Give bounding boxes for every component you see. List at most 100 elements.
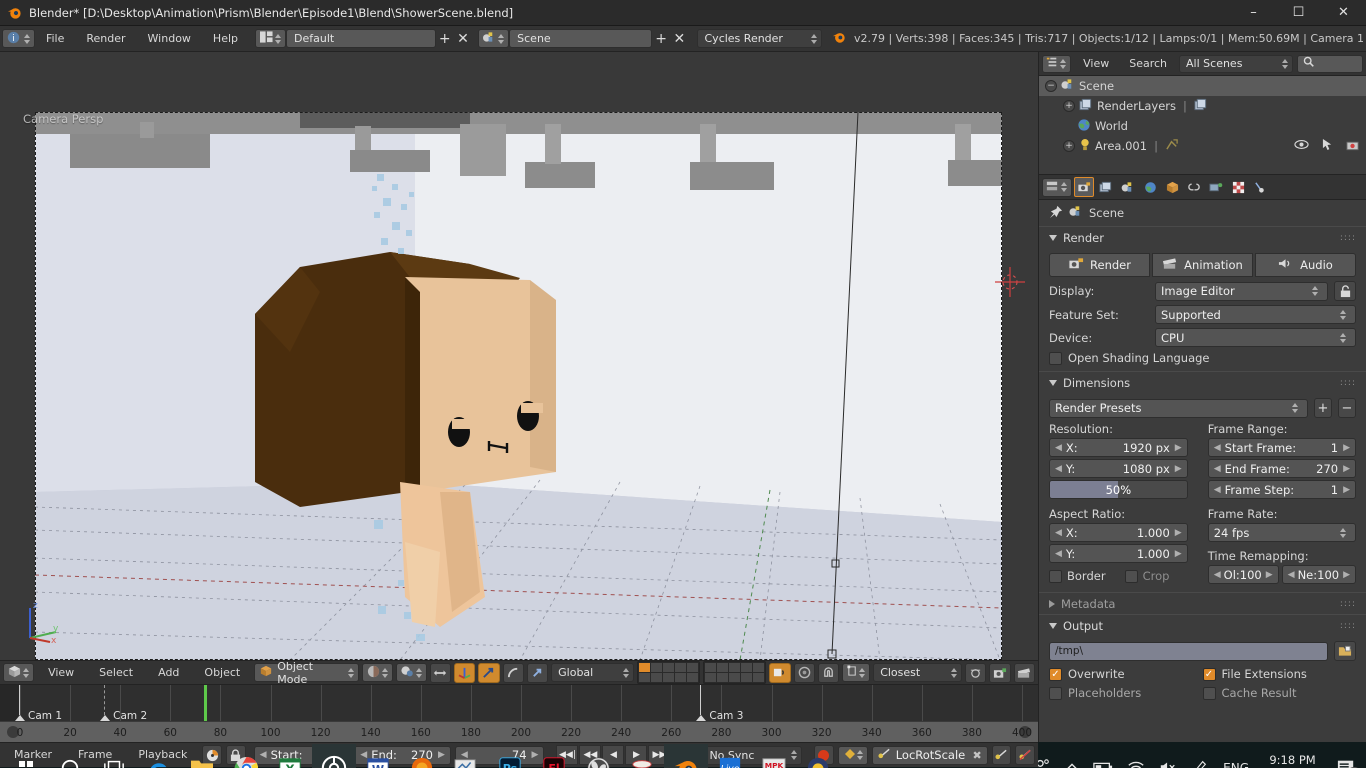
timeline-playhead[interactable] bbox=[204, 685, 208, 721]
cortana-icon[interactable] bbox=[48, 744, 92, 768]
feature-set-dropdown[interactable]: Supported bbox=[1155, 305, 1356, 324]
interaction-mode-dropdown[interactable]: Object Mode bbox=[254, 660, 359, 686]
photoshop-icon[interactable]: Ps bbox=[488, 744, 532, 768]
display-dropdown[interactable]: Image Editor bbox=[1155, 281, 1328, 301]
viewport-menu-add[interactable]: Add bbox=[147, 660, 190, 686]
new-dec-arrow[interactable]: ◀ bbox=[1288, 570, 1295, 580]
snap-target-dropdown[interactable]: Closest bbox=[873, 663, 963, 682]
crop-checkbox[interactable] bbox=[1124, 569, 1138, 583]
frame-step-dec-arrow[interactable]: ◀ bbox=[1214, 485, 1221, 495]
3d-viewport[interactable]: (74) Camera 1 Camera Persp z y x bbox=[0, 52, 1038, 660]
keyframe-type-dropdown[interactable] bbox=[837, 745, 868, 765]
add-scene-button[interactable]: + bbox=[652, 29, 670, 48]
menu-render[interactable]: Render bbox=[75, 26, 136, 52]
aspect-x-inc-arrow[interactable]: ▶ bbox=[1175, 528, 1182, 538]
properties-tabs[interactable] bbox=[1039, 174, 1366, 200]
scene-layers-group-2[interactable] bbox=[703, 661, 767, 684]
firefox-icon[interactable] bbox=[400, 744, 444, 768]
timeline-marker[interactable]: Cam 3 bbox=[696, 685, 743, 721]
overwrite-checkbox[interactable]: ✓ bbox=[1049, 667, 1062, 681]
extra-icon[interactable] bbox=[796, 744, 840, 768]
spotify-icon[interactable] bbox=[312, 744, 356, 768]
transform-orientation-dropdown[interactable]: Global bbox=[551, 663, 635, 682]
aspect-y-inc-arrow[interactable]: ▶ bbox=[1175, 549, 1182, 559]
rotate-manipulator-button[interactable] bbox=[502, 662, 524, 683]
frame-step-field[interactable]: ◀ Frame Step: 1 ▶ bbox=[1207, 480, 1356, 499]
panel-header-output[interactable]: Output :::: bbox=[1039, 614, 1366, 636]
minimize-button[interactable]: – bbox=[1231, 0, 1276, 26]
properties-panel[interactable]: Scene Render :::: Render Animation Audio… bbox=[1039, 200, 1366, 742]
outliner-menu-search[interactable]: Search bbox=[1121, 54, 1175, 74]
render-image-button[interactable]: Render bbox=[1049, 253, 1150, 277]
opengl-render-animation-button[interactable] bbox=[1013, 662, 1036, 683]
pivot-point-dropdown[interactable] bbox=[395, 663, 427, 682]
restrict-view-eye-icon[interactable] bbox=[1294, 139, 1309, 153]
tab-data[interactable] bbox=[1206, 177, 1226, 197]
panel-header-dimensions[interactable]: Dimensions :::: bbox=[1039, 371, 1366, 393]
tab-object[interactable] bbox=[1162, 177, 1182, 197]
render-audio-button[interactable]: Audio bbox=[1255, 253, 1356, 277]
cache-result-group[interactable]: Cache Result bbox=[1202, 686, 1357, 700]
tab-texture[interactable] bbox=[1228, 177, 1248, 197]
screen-layout-browse-button[interactable] bbox=[255, 29, 287, 48]
end-frame-prop-inc-arrow[interactable]: ▶ bbox=[1343, 464, 1350, 474]
render-animation-button[interactable]: Animation bbox=[1152, 253, 1253, 277]
time-remap-new-field[interactable]: ◀ Ne: 100 ▶ bbox=[1281, 565, 1356, 584]
editor-type-info-button[interactable]: i bbox=[2, 29, 35, 48]
lock-camera-to-view-toggle[interactable] bbox=[769, 662, 791, 683]
timeline-marker[interactable]: Cam 2 bbox=[100, 685, 147, 721]
blender-icon[interactable] bbox=[664, 744, 708, 768]
display-lock-button[interactable] bbox=[1334, 281, 1356, 301]
res-x-inc-arrow[interactable]: ▶ bbox=[1175, 443, 1182, 453]
panel-header-metadata[interactable]: Metadata :::: bbox=[1039, 592, 1366, 614]
delete-screen-layout-button[interactable]: ✕ bbox=[454, 29, 472, 48]
old-inc-arrow[interactable]: ▶ bbox=[1266, 570, 1273, 580]
add-preset-button[interactable]: + bbox=[1314, 398, 1332, 418]
cache-result-checkbox[interactable] bbox=[1202, 686, 1216, 700]
render-engine-dropdown[interactable]: Cycles Render bbox=[696, 29, 822, 48]
start-frame-prop-field[interactable]: ◀ Start Frame: 1 ▶ bbox=[1207, 438, 1356, 457]
insert-keyframe-button[interactable] bbox=[991, 745, 1012, 765]
word-icon[interactable]: W bbox=[356, 744, 400, 768]
excel-icon[interactable]: X bbox=[268, 744, 312, 768]
delete-keyframe-button[interactable] bbox=[1015, 745, 1035, 765]
volume-muted-icon[interactable] bbox=[1159, 760, 1177, 768]
render-action-buttons[interactable]: Render Animation Audio bbox=[1039, 248, 1366, 279]
time-remap-old-field[interactable]: ◀ Ol: 100 ▶ bbox=[1207, 565, 1279, 584]
outliner-row-scene[interactable]: − Scene bbox=[1039, 76, 1366, 96]
placeholders-group[interactable]: Placeholders bbox=[1049, 686, 1203, 700]
end-frame-prop-dec-arrow[interactable]: ◀ bbox=[1214, 464, 1221, 474]
frame-rate-dropdown[interactable]: 24 fps bbox=[1207, 523, 1356, 542]
viewport-menu-object[interactable]: Object bbox=[193, 660, 251, 686]
screen-layout-name-field[interactable]: Default bbox=[286, 29, 436, 48]
file-extensions-checkbox[interactable]: ✓ bbox=[1202, 667, 1216, 681]
viewport-menu-view[interactable]: View bbox=[37, 660, 85, 686]
scene-layers-group-1[interactable] bbox=[637, 661, 701, 684]
timeline-marker[interactable]: Cam 1 bbox=[15, 685, 62, 721]
notification-center-icon[interactable]: 1 bbox=[1336, 758, 1362, 768]
battery-icon[interactable] bbox=[1093, 761, 1113, 768]
output-path-field[interactable]: /tmp\ bbox=[1049, 641, 1328, 661]
editor-type-outliner-button[interactable] bbox=[1042, 54, 1072, 73]
outliner-tree[interactable]: − Scene + RenderLayers | World + Area.00… bbox=[1039, 76, 1366, 174]
aspect-y-field[interactable]: ◀ Y: 1.000 ▶ bbox=[1049, 544, 1188, 563]
resolution-percentage-slider[interactable]: 50% bbox=[1049, 480, 1188, 499]
manipulator-toggle[interactable] bbox=[454, 662, 476, 683]
expand-toggle-renderlayers[interactable]: + bbox=[1063, 100, 1075, 112]
start-icon[interactable] bbox=[4, 744, 48, 768]
timeline-marker-area[interactable]: Cam 1 Cam 2 Cam 3 bbox=[0, 685, 1038, 721]
opengl-render-preview-button[interactable] bbox=[965, 662, 987, 683]
tab-scene[interactable] bbox=[1118, 177, 1138, 197]
resolution-y-field[interactable]: ◀ Y: 1080 px ▶ bbox=[1049, 459, 1188, 478]
placeholders-checkbox[interactable] bbox=[1049, 686, 1062, 700]
animation-data-icon[interactable] bbox=[1165, 138, 1179, 154]
maximize-button[interactable]: ☐ bbox=[1276, 0, 1321, 26]
outliner-menu-view[interactable]: View bbox=[1075, 54, 1117, 74]
start-frame-prop-inc-arrow[interactable]: ▶ bbox=[1343, 443, 1350, 453]
translate-manipulator-button[interactable] bbox=[478, 662, 500, 683]
tab-world[interactable] bbox=[1140, 177, 1160, 197]
viewport-shading-dropdown[interactable] bbox=[361, 663, 393, 682]
renderlayers-data-icon[interactable] bbox=[1194, 98, 1208, 114]
obs-icon[interactable] bbox=[576, 744, 620, 768]
snap-element-dropdown[interactable] bbox=[842, 663, 871, 682]
